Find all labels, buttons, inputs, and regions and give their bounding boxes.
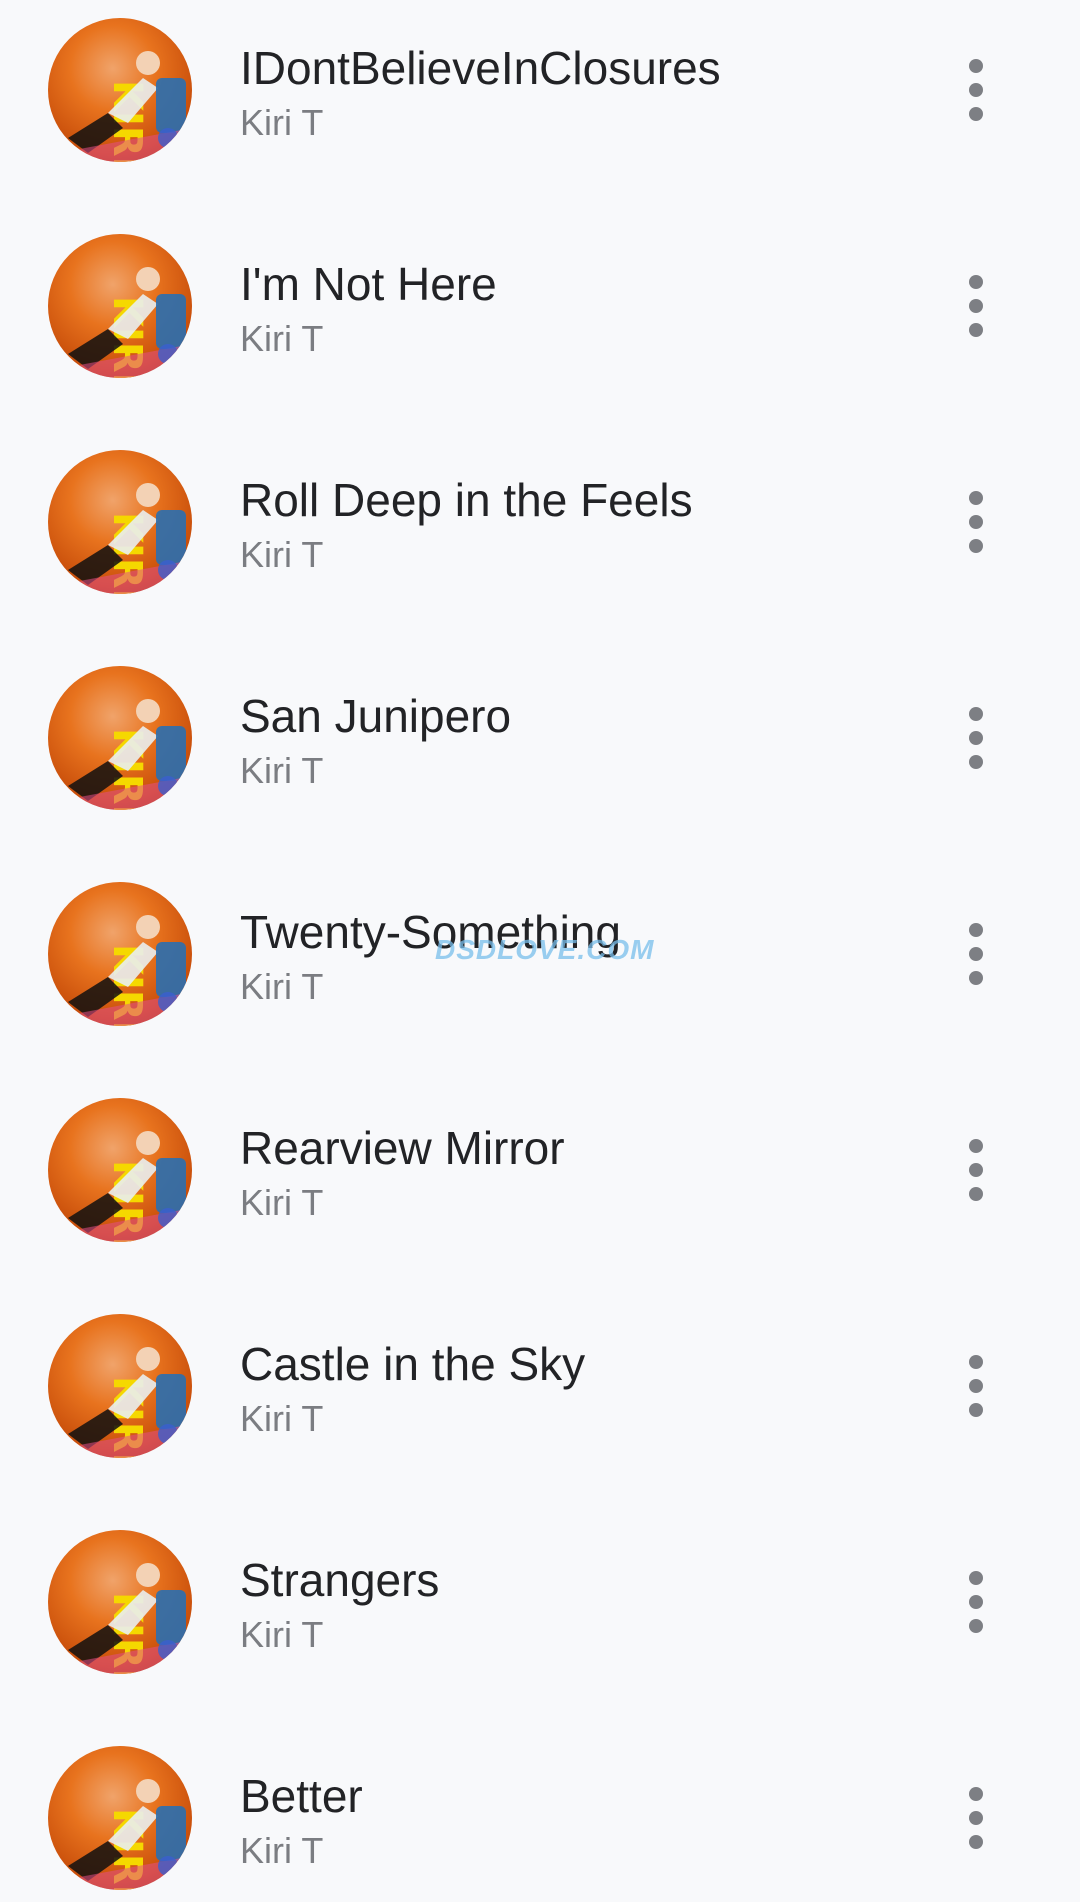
song-title: Strangers — [240, 1554, 440, 1606]
song-title: IDontBelieveInClosures — [240, 42, 721, 94]
menu-dot — [969, 971, 983, 985]
menu-dot — [969, 515, 983, 529]
song-title: Castle in the Sky — [240, 1338, 586, 1390]
song-artist: Kiri T — [240, 1398, 324, 1439]
menu-dot — [969, 1595, 983, 1609]
song-artist: Kiri T — [240, 1182, 324, 1223]
album-art-icon: KIRI — [48, 1098, 192, 1242]
more-vert-icon[interactable] — [952, 1770, 1000, 1866]
menu-dot — [969, 947, 983, 961]
album-art-icon: KIRI — [48, 1314, 192, 1458]
menu-dot — [969, 1163, 983, 1177]
menu-dot — [969, 755, 983, 769]
album-art-icon: KIRI — [48, 234, 192, 378]
song-artist: Kiri T — [240, 318, 324, 359]
song-title: San Junipero — [240, 690, 512, 742]
menu-dot — [969, 707, 983, 721]
more-vert-icon[interactable] — [952, 690, 1000, 786]
menu-dot — [969, 1187, 983, 1201]
menu-dot — [969, 1787, 983, 1801]
song-row[interactable]: KIRI Rearview Mirror Kiri T — [0, 1082, 1080, 1298]
menu-dot — [969, 299, 983, 313]
menu-dot — [969, 731, 983, 745]
watermark: DSDLOVE.COM — [435, 934, 655, 965]
menu-dot — [969, 1403, 983, 1417]
album-art-icon: KIRI — [48, 1746, 192, 1890]
menu-dot — [969, 59, 983, 73]
song-row[interactable]: KIRI I'm Not Here Kiri T — [0, 218, 1080, 434]
menu-dot — [969, 83, 983, 97]
menu-dot — [969, 107, 983, 121]
more-vert-icon[interactable] — [952, 1554, 1000, 1650]
album-art-icon: KIRI — [48, 882, 192, 1026]
song-title: Rearview Mirror — [240, 1122, 565, 1174]
album-art-icon: KIRI — [48, 450, 192, 594]
album-art-icon: KIRI — [48, 1530, 192, 1674]
song-artist: Kiri T — [240, 1830, 324, 1871]
menu-dot — [969, 923, 983, 937]
song-row[interactable]: KIRI IDontBelieveInClosures Kiri T — [0, 2, 1080, 218]
song-row[interactable]: KIRI Castle in the Sky Kiri T — [0, 1298, 1080, 1514]
menu-dot — [969, 1835, 983, 1849]
menu-dot — [969, 1571, 983, 1585]
menu-dot — [969, 323, 983, 337]
menu-dot — [969, 275, 983, 289]
song-title: I'm Not Here — [240, 258, 497, 310]
song-title: Better — [240, 1770, 363, 1822]
more-vert-icon[interactable] — [952, 1122, 1000, 1218]
menu-dot — [969, 1355, 983, 1369]
song-artist: Kiri T — [240, 750, 324, 791]
song-row[interactable]: KIRI Better Kiri T — [0, 1730, 1080, 1902]
song-row[interactable]: KIRI Twenty-SomethingKiri T — [0, 866, 1080, 1082]
album-art-icon: KIRI — [48, 666, 192, 810]
more-vert-icon[interactable] — [952, 258, 1000, 354]
song-title: Roll Deep in the Feels — [240, 474, 693, 526]
song-artist: Kiri T — [240, 102, 324, 143]
song-artist: Kiri T — [240, 966, 324, 1007]
menu-dot — [969, 1811, 983, 1825]
song-row[interactable]: KIRI San Junipero Kiri T — [0, 650, 1080, 866]
more-vert-icon[interactable] — [952, 42, 1000, 138]
album-art-icon: KIRI — [48, 18, 192, 162]
more-vert-icon[interactable] — [952, 906, 1000, 1002]
song-row[interactable]: KIRI Roll Deep in the Feels Kiri T — [0, 434, 1080, 650]
song-artist: Kiri T — [240, 534, 324, 575]
menu-dot — [969, 1379, 983, 1393]
menu-dot — [969, 1139, 983, 1153]
menu-dot — [969, 491, 983, 505]
song-row[interactable]: KIRI Strangers Kiri T — [0, 1514, 1080, 1730]
menu-dot — [969, 539, 983, 553]
more-vert-icon[interactable] — [952, 474, 1000, 570]
song-artist: Kiri T — [240, 1614, 324, 1655]
more-vert-icon[interactable] — [952, 1338, 1000, 1434]
menu-dot — [969, 1619, 983, 1633]
